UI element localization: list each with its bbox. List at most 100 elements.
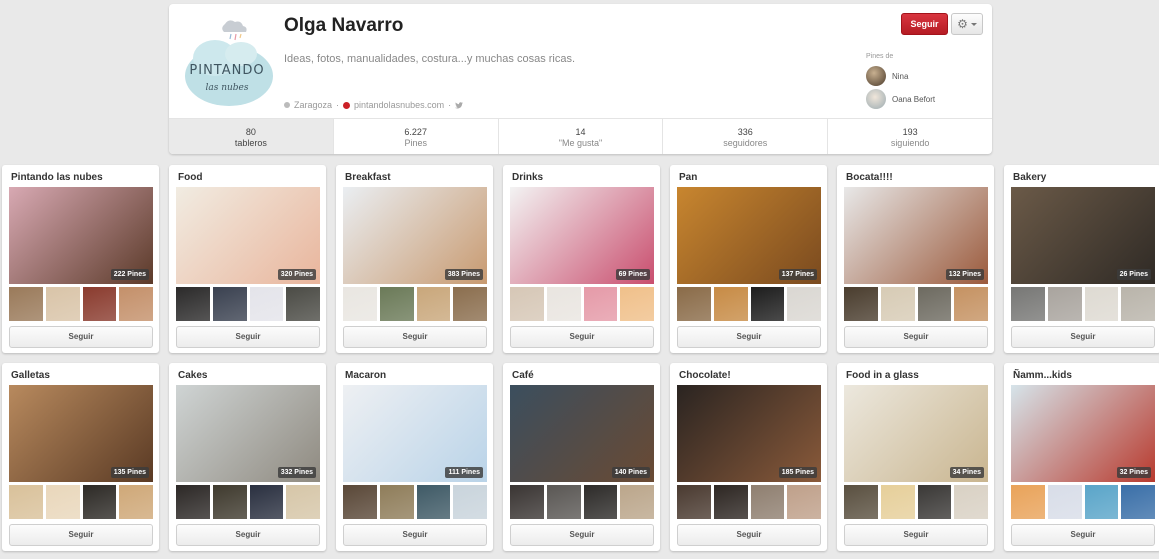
- board-cover-image[interactable]: 26 Pines: [1011, 187, 1155, 284]
- stat-boards[interactable]: 80 tableros: [169, 119, 334, 154]
- twitter-icon[interactable]: [455, 101, 464, 109]
- board-card[interactable]: Cakes 332 Pines Seguir: [169, 363, 326, 551]
- follow-board-button[interactable]: Seguir: [844, 524, 988, 546]
- board-card[interactable]: Ñamm...kids 32 Pines Seguir: [1004, 363, 1159, 551]
- board-thumbnail[interactable]: [212, 287, 247, 321]
- board-thumbnail[interactable]: [713, 287, 748, 321]
- board-thumbnail[interactable]: [176, 485, 210, 519]
- board-thumbnail[interactable]: [713, 485, 748, 519]
- board-thumbnail[interactable]: [119, 287, 153, 321]
- board-card[interactable]: Galletas 135 Pines Seguir: [2, 363, 159, 551]
- board-thumbnail[interactable]: [917, 485, 952, 519]
- board-card[interactable]: Food 320 Pines Seguir: [169, 165, 326, 353]
- follow-board-button[interactable]: Seguir: [1011, 326, 1155, 348]
- board-thumbnail[interactable]: [9, 485, 43, 519]
- board-thumbnail[interactable]: [416, 287, 451, 321]
- follow-board-button[interactable]: Seguir: [510, 326, 654, 348]
- board-cover-image[interactable]: 32 Pines: [1011, 385, 1155, 482]
- board-thumbnail[interactable]: [750, 287, 785, 321]
- board-cover-image[interactable]: 320 Pines: [176, 187, 320, 284]
- board-thumbnail[interactable]: [453, 287, 487, 321]
- board-cover-image[interactable]: 111 Pines: [343, 385, 487, 482]
- follow-board-button[interactable]: Seguir: [176, 524, 320, 546]
- board-thumbnail[interactable]: [379, 287, 414, 321]
- board-thumbnail[interactable]: [453, 485, 487, 519]
- board-title[interactable]: Café: [512, 370, 534, 381]
- board-title[interactable]: Ñamm...kids: [1013, 370, 1072, 381]
- board-cover-image[interactable]: 69 Pines: [510, 187, 654, 284]
- board-thumbnail[interactable]: [677, 485, 711, 519]
- board-cover-image[interactable]: 135 Pines: [9, 385, 153, 482]
- board-cover-image[interactable]: 34 Pines: [844, 385, 988, 482]
- board-cover-image[interactable]: 132 Pines: [844, 187, 988, 284]
- board-thumbnail[interactable]: [677, 287, 711, 321]
- board-thumbnail[interactable]: [1121, 485, 1155, 519]
- board-title[interactable]: Pintando las nubes: [11, 172, 103, 183]
- board-cover-image[interactable]: 222 Pines: [9, 187, 153, 284]
- board-thumbnail[interactable]: [1084, 485, 1119, 519]
- follow-board-button[interactable]: Seguir: [176, 326, 320, 348]
- board-cover-image[interactable]: 137 Pines: [677, 187, 821, 284]
- board-thumbnail[interactable]: [750, 485, 785, 519]
- board-thumbnail[interactable]: [45, 287, 80, 321]
- board-thumbnail[interactable]: [379, 485, 414, 519]
- board-card[interactable]: Food in a glass 34 Pines Seguir: [837, 363, 994, 551]
- board-title[interactable]: Galletas: [11, 370, 50, 381]
- board-cover-image[interactable]: 383 Pines: [343, 187, 487, 284]
- stat-likes[interactable]: 14 "Me gusta": [499, 119, 664, 154]
- follow-board-button[interactable]: Seguir: [677, 326, 821, 348]
- board-thumbnail[interactable]: [82, 485, 117, 519]
- board-card[interactable]: Macaron 111 Pines Seguir: [336, 363, 493, 551]
- board-title[interactable]: Bocata!!!!: [846, 172, 893, 183]
- board-card[interactable]: Pintando las nubes 222 Pines Seguir: [2, 165, 159, 353]
- follow-board-button[interactable]: Seguir: [343, 326, 487, 348]
- board-card[interactable]: Breakfast 383 Pines Seguir: [336, 165, 493, 353]
- board-thumbnail[interactable]: [82, 287, 117, 321]
- board-thumbnail[interactable]: [286, 287, 320, 321]
- board-card[interactable]: Chocolate! 185 Pines Seguir: [670, 363, 827, 551]
- board-title[interactable]: Food in a glass: [846, 370, 919, 381]
- board-title[interactable]: Drinks: [512, 172, 543, 183]
- board-thumbnail[interactable]: [249, 485, 284, 519]
- board-title[interactable]: Macaron: [345, 370, 386, 381]
- follow-board-button[interactable]: Seguir: [677, 524, 821, 546]
- follow-board-button[interactable]: Seguir: [510, 524, 654, 546]
- board-thumbnail[interactable]: [1084, 287, 1119, 321]
- board-thumbnail[interactable]: [45, 485, 80, 519]
- board-thumbnail[interactable]: [620, 287, 654, 321]
- board-thumbnail[interactable]: [787, 287, 821, 321]
- board-thumbnail[interactable]: [954, 287, 988, 321]
- board-thumbnail[interactable]: [787, 485, 821, 519]
- board-thumbnail[interactable]: [212, 485, 247, 519]
- settings-button[interactable]: ⚙: [951, 13, 983, 35]
- board-thumbnail[interactable]: [1121, 287, 1155, 321]
- board-card[interactable]: Bocata!!!! 132 Pines Seguir: [837, 165, 994, 353]
- board-title[interactable]: Pan: [679, 172, 697, 183]
- profile-avatar[interactable]: PINTANDO las nubes: [179, 14, 275, 110]
- stat-followers[interactable]: 336 seguidores: [663, 119, 829, 154]
- board-thumbnail[interactable]: [343, 287, 377, 321]
- board-title[interactable]: Breakfast: [345, 172, 391, 183]
- board-thumbnail[interactable]: [286, 485, 320, 519]
- follow-board-button[interactable]: Seguir: [343, 524, 487, 546]
- board-title[interactable]: Chocolate!: [679, 370, 731, 381]
- board-cover-image[interactable]: 140 Pines: [510, 385, 654, 482]
- board-thumbnail[interactable]: [1011, 287, 1045, 321]
- board-cover-image[interactable]: 185 Pines: [677, 385, 821, 482]
- board-thumbnail[interactable]: [583, 485, 618, 519]
- follow-board-button[interactable]: Seguir: [9, 524, 153, 546]
- board-thumbnail[interactable]: [546, 485, 581, 519]
- board-title[interactable]: Bakery: [1013, 172, 1046, 183]
- board-thumbnail[interactable]: [1047, 485, 1082, 519]
- board-card[interactable]: Café 140 Pines Seguir: [503, 363, 660, 551]
- board-thumbnail[interactable]: [954, 485, 988, 519]
- board-thumbnail[interactable]: [844, 485, 878, 519]
- profile-website[interactable]: pintandolasnubes.com: [354, 100, 444, 110]
- board-thumbnail[interactable]: [620, 485, 654, 519]
- stat-following[interactable]: 193 siguiendo: [828, 119, 992, 154]
- follow-board-button[interactable]: Seguir: [1011, 524, 1155, 546]
- board-thumbnail[interactable]: [844, 287, 878, 321]
- board-thumbnail[interactable]: [1047, 287, 1082, 321]
- board-thumbnail[interactable]: [249, 287, 284, 321]
- board-thumbnail[interactable]: [510, 485, 544, 519]
